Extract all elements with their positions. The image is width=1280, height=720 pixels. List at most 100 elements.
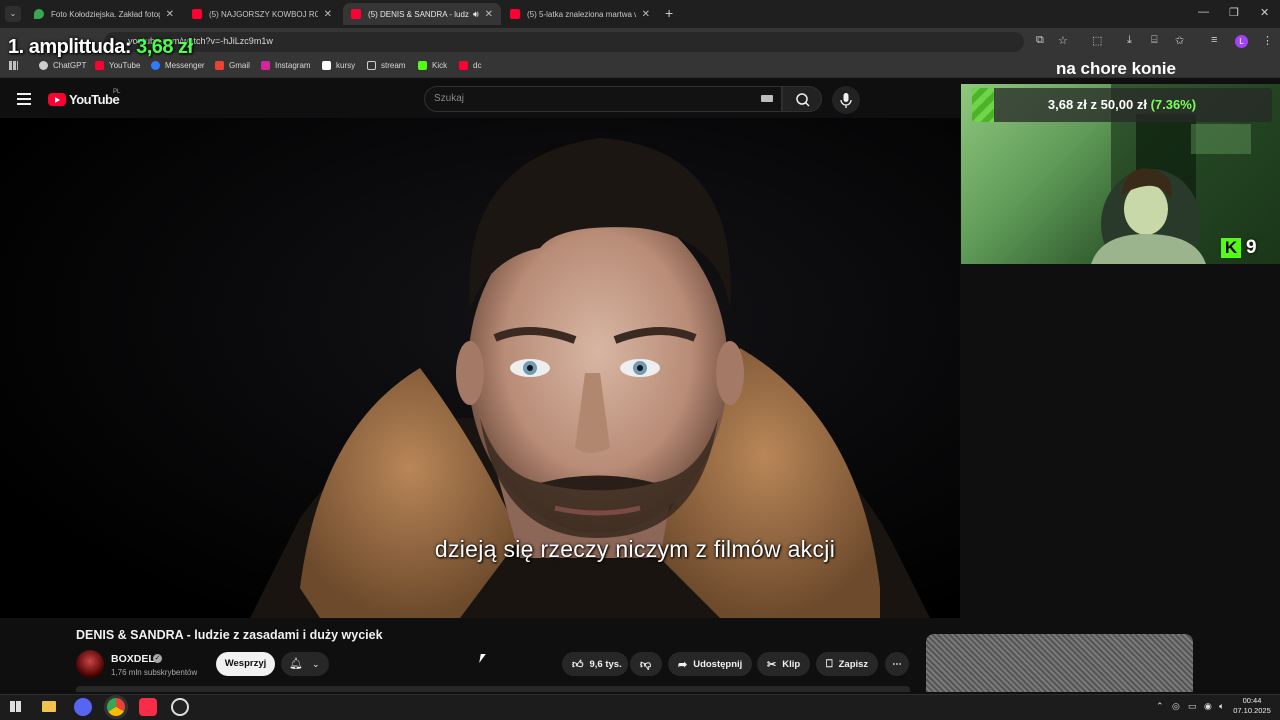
bookmark-kick[interactable]: Kick bbox=[418, 61, 447, 70]
tab-favicon bbox=[34, 9, 44, 19]
search-icon bbox=[796, 93, 810, 107]
translate-icon[interactable]: ⌸ bbox=[1151, 34, 1158, 47]
amplitude-overlay: 1. amplittuda: 3,68 zł bbox=[8, 36, 193, 59]
chevron-down-icon: ⌄ bbox=[312, 659, 320, 669]
bookmark-label: stream bbox=[381, 61, 406, 70]
windows-taskbar bbox=[0, 694, 1280, 720]
amplitude-value: 3,68 zł bbox=[136, 36, 193, 58]
share-label: Udostępnij bbox=[693, 658, 743, 670]
microphone-icon bbox=[840, 93, 852, 108]
extensions-icon[interactable]: ⬚ bbox=[1092, 34, 1102, 47]
more-actions-button[interactable]: ⋯ bbox=[885, 652, 909, 676]
channel-avatar[interactable] bbox=[76, 650, 104, 678]
minimize-icon[interactable]: — bbox=[1198, 6, 1209, 18]
goal-current: 3,68 zł bbox=[1047, 97, 1087, 112]
windows-start-icon[interactable] bbox=[10, 701, 21, 712]
more-icon: ⋯ bbox=[892, 658, 902, 670]
browser-tab[interactable]: (5) 5-latka znaleziona martwa w ✕ bbox=[502, 3, 658, 25]
bookmark-chatgpt[interactable]: ChatGPT bbox=[39, 61, 86, 70]
youtube-play-icon bbox=[48, 93, 66, 106]
description-box[interactable] bbox=[76, 686, 910, 692]
like-button[interactable]: 👍︎ 9,6 tys. bbox=[562, 652, 628, 676]
folder-icon bbox=[367, 61, 376, 70]
close-tab-icon[interactable]: ✕ bbox=[166, 9, 174, 20]
tray-app-icon[interactable]: ◎ bbox=[1172, 701, 1180, 712]
youtube-favicon-icon bbox=[192, 9, 202, 19]
profile-avatar[interactable]: L bbox=[1235, 35, 1248, 48]
music-app-icon[interactable] bbox=[139, 698, 157, 716]
share-icon: ➦ bbox=[678, 658, 688, 671]
youtube-icon bbox=[95, 61, 104, 70]
messenger-icon bbox=[151, 61, 160, 70]
browser-tab-active[interactable]: (5) DENIS & SANDRA - ludz 🔊︎ ✕ bbox=[343, 3, 501, 25]
tab-search-dropdown[interactable]: ⌄ bbox=[5, 6, 21, 22]
restore-icon[interactable]: ❐ bbox=[1229, 6, 1239, 19]
bookmark-youtube[interactable]: YouTube bbox=[95, 61, 140, 70]
bookmark-stream-folder[interactable]: stream bbox=[367, 61, 405, 70]
bookmark-label: dc bbox=[473, 61, 482, 70]
video-title: DENIS & SANDRA - ludzie z zasadami i duż… bbox=[76, 628, 383, 642]
kick-viewers-badge: K 9 bbox=[1221, 237, 1257, 259]
goal-separator: z bbox=[1090, 97, 1098, 112]
gmail-icon bbox=[215, 61, 224, 70]
youtube-logo[interactable]: YouTube bbox=[48, 92, 120, 107]
verified-icon: ✓ bbox=[153, 654, 162, 663]
dislike-button[interactable]: 👎︎ bbox=[630, 652, 662, 676]
close-window-icon[interactable]: ✕ bbox=[1260, 6, 1269, 19]
browser-tab[interactable]: (5) NAJGORSZY KOWBOJ ROBI ✕ bbox=[184, 3, 340, 25]
system-clock[interactable]: 00:44 07.10.2025 bbox=[1232, 696, 1272, 716]
chevron-up-icon[interactable]: ⌃ bbox=[1156, 701, 1164, 712]
discord-icon[interactable] bbox=[74, 698, 92, 716]
tab-title: (5) NAJGORSZY KOWBOJ ROBI bbox=[209, 9, 318, 19]
file-explorer-icon[interactable] bbox=[42, 701, 56, 712]
download-icon[interactable]: ⤓ bbox=[1127, 34, 1132, 47]
search-placeholder: Szukaj bbox=[434, 93, 465, 104]
keyboard-icon[interactable] bbox=[761, 95, 773, 102]
voice-search-button[interactable] bbox=[832, 86, 860, 114]
bookmark-label: Messenger bbox=[165, 61, 205, 70]
browser-menu-icon[interactable]: ⋮ bbox=[1262, 34, 1273, 47]
bookmark-dc[interactable]: dc bbox=[459, 61, 481, 70]
chatgpt-icon bbox=[39, 61, 48, 70]
tab-list-icon[interactable]: ≡ bbox=[1211, 34, 1217, 46]
recommended-video-card[interactable] bbox=[926, 634, 1193, 692]
support-button[interactable]: Wesprzyj bbox=[216, 652, 275, 676]
menu-hamburger-icon[interactable] bbox=[17, 93, 31, 108]
bookmark-gmail[interactable]: Gmail bbox=[215, 61, 250, 70]
bell-icon: 🔔︎ bbox=[289, 658, 303, 670]
share-button[interactable]: ➦ Udostępnij bbox=[668, 652, 753, 676]
tab-title: (5) DENIS & SANDRA - ludz bbox=[368, 9, 469, 19]
search-input[interactable] bbox=[424, 86, 782, 112]
kick-logo-icon: K bbox=[1221, 238, 1241, 258]
tab-title: Foto Kołodziejska. Zakład fotog bbox=[51, 9, 160, 19]
search-button[interactable] bbox=[782, 86, 822, 112]
bookmark-kursy[interactable]: kursy bbox=[322, 61, 355, 70]
bookmark-messenger[interactable]: Messenger bbox=[151, 61, 205, 70]
network-icon[interactable]: ▭ bbox=[1188, 701, 1197, 712]
chrome-icon[interactable] bbox=[107, 698, 125, 716]
bookmark-star-icon[interactable]: ☆ bbox=[1058, 34, 1068, 47]
instagram-icon bbox=[261, 61, 270, 70]
install-app-icon[interactable]: ⧉ bbox=[1036, 34, 1044, 47]
save-label: Zapisz bbox=[838, 658, 869, 670]
bookmark-instagram[interactable]: Instagram bbox=[261, 61, 311, 70]
channel-name[interactable]: BOXDEL bbox=[111, 653, 155, 665]
apps-grid-icon[interactable] bbox=[9, 61, 18, 70]
bookmark-icon: ⎕ bbox=[826, 657, 833, 670]
notification-bell-button[interactable]: 🔔︎ ⌄ bbox=[281, 652, 329, 676]
recording-app-icon[interactable] bbox=[171, 698, 189, 716]
close-tab-icon[interactable]: ✕ bbox=[485, 9, 493, 20]
close-tab-icon[interactable]: ✕ bbox=[642, 9, 650, 20]
bookmark-label: Instagram bbox=[275, 61, 311, 70]
volume-icon[interactable]: 🔈︎ bbox=[1219, 701, 1224, 712]
browser-tab[interactable]: Foto Kołodziejska. Zakład fotog ✕ bbox=[26, 3, 182, 25]
speaker-icon[interactable]: 🔊︎ bbox=[473, 9, 479, 20]
favorites-icon[interactable]: ✩ bbox=[1175, 34, 1184, 47]
close-tab-icon[interactable]: ✕ bbox=[324, 9, 332, 20]
save-button[interactable]: ⎕ Zapisz bbox=[816, 652, 879, 676]
thumbs-up-icon: 👍︎ bbox=[572, 658, 584, 671]
new-tab-icon[interactable]: + bbox=[665, 5, 673, 21]
clip-button[interactable]: ✂ Klip bbox=[757, 652, 811, 676]
bookmark-label: ChatGPT bbox=[53, 61, 87, 70]
discord-tray-icon[interactable]: ◉ bbox=[1204, 701, 1212, 712]
